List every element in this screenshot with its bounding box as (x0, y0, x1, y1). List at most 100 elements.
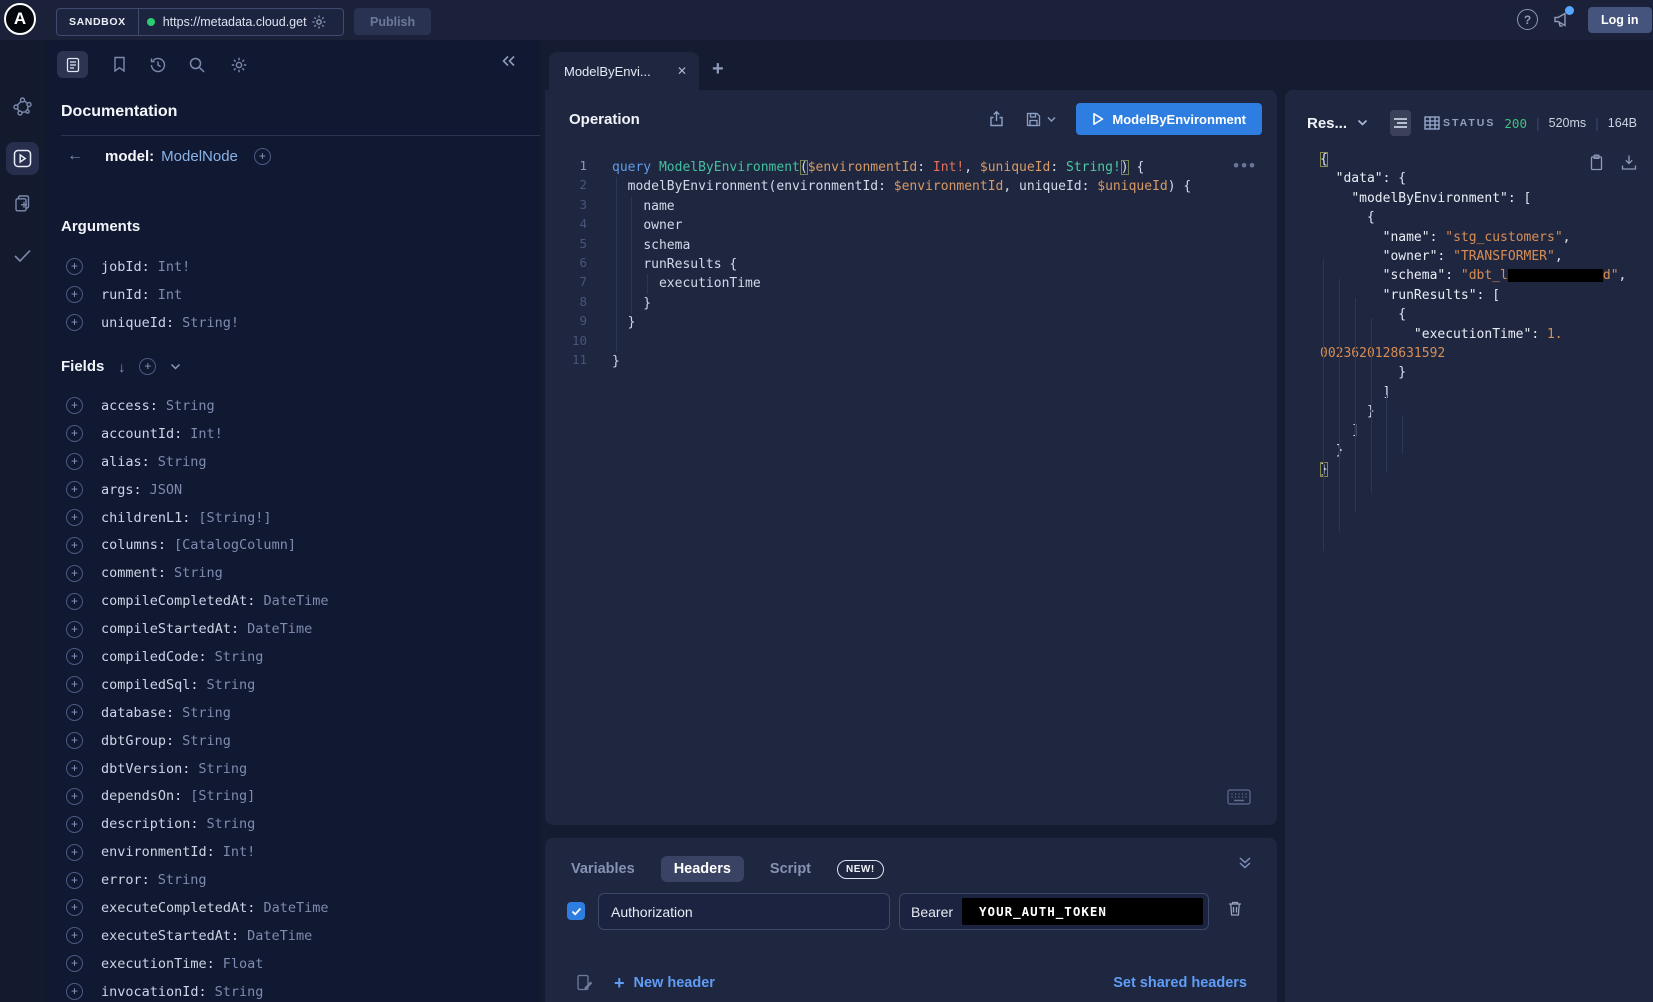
field-type[interactable]: DateTime (247, 928, 312, 944)
field-name[interactable]: dbtGroup: (101, 733, 174, 749)
header-value-input[interactable]: Bearer YOUR_AUTH_TOKEN (899, 893, 1209, 930)
add-to-query-button[interactable]: + (66, 844, 83, 861)
field-type[interactable]: DateTime (263, 900, 328, 916)
field-name[interactable]: childrenL1: (101, 510, 190, 526)
add-to-query-button[interactable]: + (66, 453, 83, 470)
new-tab-button[interactable]: + (712, 58, 724, 81)
field-type[interactable]: Int! (223, 844, 256, 860)
field-type[interactable]: String (158, 872, 207, 888)
add-to-query-button[interactable]: + (66, 314, 83, 331)
login-button[interactable]: Log in (1588, 7, 1652, 33)
field-type[interactable]: Int (158, 287, 182, 303)
add-to-query-button[interactable]: + (66, 872, 83, 889)
add-to-query-button[interactable]: + (66, 621, 83, 638)
add-to-query-button[interactable]: + (66, 258, 83, 275)
field-type[interactable]: String! (182, 315, 239, 331)
field-name[interactable]: executeStartedAt: (101, 928, 239, 944)
field-name[interactable]: columns: (101, 537, 166, 553)
field-type[interactable]: DateTime (247, 621, 312, 637)
documentation-tab-active[interactable] (57, 51, 88, 78)
field-name[interactable]: description: (101, 816, 199, 832)
add-to-query-button[interactable]: + (66, 760, 83, 777)
operation-collections-icon[interactable] (12, 193, 33, 214)
field-type[interactable]: String (215, 649, 264, 665)
collapse-doc-panel-icon[interactable] (501, 54, 516, 68)
copy-response-icon[interactable] (1589, 154, 1604, 171)
explorer-tab-active[interactable] (6, 142, 39, 175)
checks-icon[interactable] (12, 245, 33, 266)
add-to-query-button[interactable]: + (66, 593, 83, 610)
field-name[interactable]: executionTime: (101, 956, 215, 972)
new-header-button[interactable]: + New header (614, 973, 715, 994)
share-operation-icon[interactable] (988, 110, 1005, 128)
field-type[interactable]: String (182, 733, 231, 749)
field-name[interactable]: uniqueId: (101, 315, 174, 331)
chevron-down-icon[interactable] (170, 363, 181, 371)
table-view-toggle[interactable] (1421, 110, 1442, 136)
search-icon[interactable] (188, 56, 206, 74)
field-name[interactable]: jobId: (101, 259, 150, 275)
add-to-query-button[interactable]: + (66, 983, 83, 1000)
run-operation-button[interactable]: ModelByEnvironment (1076, 103, 1262, 135)
field-name[interactable]: compiledCode: (101, 649, 207, 665)
field-name[interactable]: dependsOn: (101, 788, 182, 804)
add-to-query-button[interactable]: + (66, 537, 83, 554)
add-all-fields-button[interactable]: + (139, 358, 156, 375)
add-to-query-button[interactable]: + (66, 481, 83, 498)
bookmark-icon[interactable] (112, 56, 127, 73)
formatted-view-toggle[interactable] (1390, 110, 1411, 136)
auth-token-redacted[interactable]: YOUR_AUTH_TOKEN (962, 898, 1203, 925)
header-key-value[interactable] (599, 904, 889, 920)
add-to-query-button[interactable]: + (66, 788, 83, 805)
add-to-query-button[interactable]: + (66, 955, 83, 972)
field-name[interactable]: dbtVersion: (101, 761, 190, 777)
response-dropdown[interactable]: Res... (1307, 115, 1347, 132)
add-model-button[interactable]: + (254, 148, 271, 165)
operation-menu-icon[interactable]: ••• (1233, 156, 1257, 176)
graphql-editor[interactable]: query ModelByEnvironment($environmentId:… (612, 158, 1191, 371)
field-type[interactable]: Int! (158, 259, 191, 275)
operation-tab[interactable]: ModelByEnvi... ✕ (549, 52, 699, 90)
field-type[interactable]: String (215, 984, 264, 1000)
delete-header-icon[interactable] (1227, 900, 1243, 917)
history-icon[interactable] (149, 56, 167, 74)
schema-graph-icon[interactable] (12, 96, 33, 117)
field-type[interactable]: String (174, 565, 223, 581)
field-name[interactable]: args: (101, 482, 142, 498)
field-name[interactable]: compiledSql: (101, 677, 199, 693)
download-response-icon[interactable] (1621, 154, 1637, 171)
field-name[interactable]: access: (101, 398, 158, 414)
field-name[interactable]: alias: (101, 454, 150, 470)
header-key-input[interactable] (598, 893, 890, 930)
field-type[interactable]: Float (223, 956, 264, 972)
field-type[interactable]: String (158, 454, 207, 470)
field-type[interactable]: Int! (190, 426, 223, 442)
add-to-query-button[interactable]: + (66, 899, 83, 916)
field-type[interactable]: String (198, 761, 247, 777)
field-name[interactable]: environmentId: (101, 844, 215, 860)
sort-fields-icon[interactable]: ↓ (118, 359, 125, 375)
field-type[interactable]: String (166, 398, 215, 414)
header-enabled-checkbox[interactable] (567, 902, 585, 920)
field-type[interactable]: [CatalogColumn] (174, 537, 296, 553)
field-name[interactable]: runId: (101, 287, 150, 303)
endpoint-url-field[interactable]: https://metadata.cloud.get (139, 14, 343, 30)
add-to-query-button[interactable]: + (66, 676, 83, 693)
add-to-query-button[interactable]: + (66, 704, 83, 721)
add-to-query-button[interactable]: + (66, 732, 83, 749)
response-dropdown-chevron-icon[interactable] (1357, 119, 1368, 127)
field-type[interactable]: String (207, 816, 256, 832)
add-to-query-button[interactable]: + (66, 425, 83, 442)
field-name[interactable]: compileCompletedAt: (101, 593, 255, 609)
add-to-query-button[interactable]: + (66, 816, 83, 833)
field-type[interactable]: String (207, 677, 256, 693)
publish-button[interactable]: Publish (354, 8, 431, 35)
field-name[interactable]: compileStartedAt: (101, 621, 239, 637)
set-shared-headers-link[interactable]: Set shared headers (1113, 975, 1247, 991)
add-to-query-button[interactable]: + (66, 565, 83, 582)
breadcrumb-type-link[interactable]: ModelNode (161, 148, 238, 165)
field-type[interactable]: String (182, 705, 231, 721)
field-name[interactable]: executeCompletedAt: (101, 900, 255, 916)
field-name[interactable]: invocationId: (101, 984, 207, 1000)
add-to-query-button[interactable]: + (66, 927, 83, 944)
